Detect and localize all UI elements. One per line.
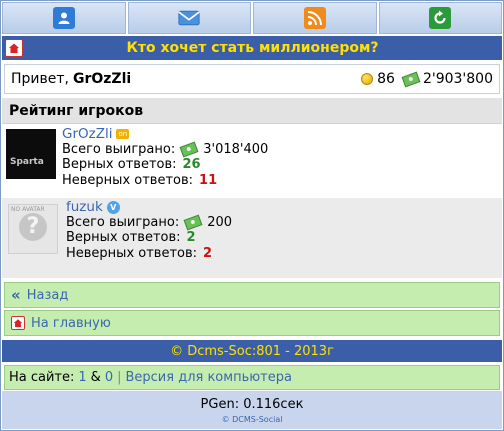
coin-icon xyxy=(361,73,374,85)
wrong-answers-value: 2 xyxy=(203,245,213,261)
wrong-answers-label: Неверных ответов: xyxy=(66,245,198,261)
back-link[interactable]: « Назад xyxy=(4,282,500,308)
money-icon xyxy=(179,141,199,158)
wrong-answers-value: 11 xyxy=(199,172,218,188)
online-status: На сайте: 1 & 0 | Версия для компьютера xyxy=(4,365,500,390)
balance: 86 2'903'800 xyxy=(361,71,493,87)
copyright-bar: © Dcms-Soc:801 - 2013г xyxy=(2,340,502,362)
home-label: На главную xyxy=(31,315,111,331)
money-amount: 2'903'800 xyxy=(422,71,493,87)
profile-button[interactable] xyxy=(2,2,126,34)
player-avatar[interactable]: Sparta xyxy=(6,129,56,179)
home-link[interactable]: На главную xyxy=(4,310,500,336)
avatar-caption: NO AVATAR xyxy=(11,206,45,213)
desktop-version-link[interactable]: Версия для компьютера xyxy=(125,370,291,385)
mail-icon xyxy=(178,7,200,29)
player-info: GrOzZli on Всего выиграно: 3'018'400 Вер… xyxy=(62,127,268,195)
online-label: На сайте: xyxy=(9,370,75,385)
avatar-caption: Sparta xyxy=(10,157,44,167)
user-icon xyxy=(52,7,75,29)
total-won-value: 3'018'400 xyxy=(203,141,269,157)
page-generation: PGen: 0.116сек © DCMS-Social xyxy=(2,391,502,429)
engine-link[interactable]: © DCMS-Social xyxy=(222,415,283,424)
back-label: Назад xyxy=(26,287,69,303)
title-bar: Кто хочет стать миллионером? xyxy=(2,36,502,60)
refresh-button[interactable] xyxy=(378,2,502,34)
user-greeting: Привет, GrOzZli 86 2'903'800 xyxy=(4,64,500,94)
rating-heading: Рейтинг игроков xyxy=(2,98,502,124)
refresh-icon xyxy=(429,7,452,29)
home-icon[interactable] xyxy=(5,39,23,57)
total-won-value: 200 xyxy=(207,214,233,230)
back-chevron-icon: « xyxy=(11,286,21,304)
top-toolbar xyxy=(2,2,502,34)
home-icon xyxy=(11,316,25,330)
player-name-link[interactable]: fuzuk xyxy=(66,200,103,215)
correct-answers-label: Верных ответов: xyxy=(62,157,177,172)
no-avatar-icon: ? xyxy=(19,213,47,241)
online-separator: & xyxy=(90,370,101,385)
online-badge: on xyxy=(116,129,130,140)
footer-divider: | xyxy=(117,370,122,385)
player-info: fuzuk V Всего выиграно: 200 Верных ответ… xyxy=(66,200,232,276)
correct-answers-label: Верных ответов: xyxy=(66,230,181,245)
player-name-link[interactable]: GrOzZli xyxy=(62,127,112,142)
wrong-answers-label: Неверных ответов: xyxy=(62,172,194,188)
coin-count: 86 xyxy=(377,71,395,87)
money-icon xyxy=(401,71,421,87)
correct-answers-value: 2 xyxy=(186,230,196,245)
rss-button[interactable] xyxy=(253,2,377,34)
total-won-label: Всего выиграно: xyxy=(66,214,180,230)
verified-badge: V xyxy=(106,200,120,214)
current-username: GrOzZli xyxy=(72,71,132,87)
rss-icon xyxy=(303,7,326,29)
page-title: Кто хочет стать миллионером? xyxy=(126,40,379,56)
money-icon xyxy=(183,214,203,231)
player-row: NO AVATAR ? fuzuk V Всего выиграно: 200 … xyxy=(2,198,502,278)
player-row: Sparta GrOzZli on Всего выиграно: 3'018'… xyxy=(2,125,502,197)
correct-answers-value: 26 xyxy=(182,157,201,172)
total-won-label: Всего выиграно: xyxy=(62,141,176,157)
player-avatar[interactable]: NO AVATAR ? xyxy=(8,204,58,254)
online-users-link[interactable]: 1 xyxy=(78,370,86,385)
online-guests-link[interactable]: 0 xyxy=(105,370,113,385)
mail-button[interactable] xyxy=(127,2,251,34)
greeting-prefix: Привет, xyxy=(11,71,69,87)
pgen-text: PGen: 0.116сек xyxy=(200,396,304,412)
